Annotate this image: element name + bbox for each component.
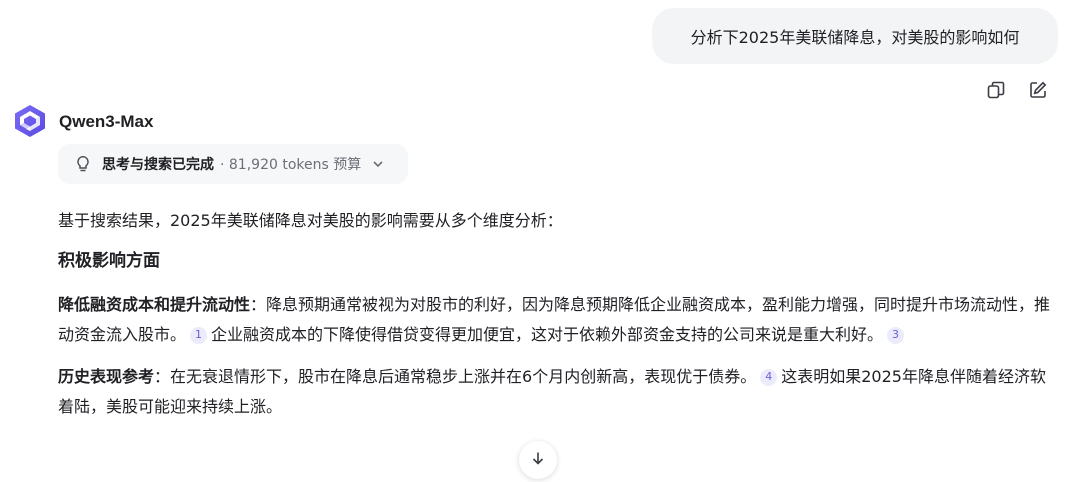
heading-colon: ：: [154, 367, 171, 386]
paragraph-history: 历史表现参考：在无衰退情形下，股市在降息后通常稳步上涨并在6个月内创新高，表现优…: [58, 362, 1058, 422]
paragraph-financing: 降低融资成本和提升流动性：降息预期通常被视为对股市的利好，因为降息预期降低企业融…: [58, 290, 1058, 350]
scroll-to-bottom-button[interactable]: [519, 441, 557, 479]
heading-colon: ：: [250, 295, 267, 314]
arrow-down-icon: [530, 450, 546, 470]
thinking-status-label: 思考与搜索已完成: [102, 157, 214, 173]
lightbulb-icon: [74, 155, 92, 173]
user-message-text: 分析下2025年美联储降息，对美股的影响如何: [690, 28, 1020, 47]
copy-icon[interactable]: [984, 78, 1008, 102]
token-budget: · 81,920 tokens 预算: [220, 157, 362, 173]
paragraph-text: 在无衰退情形下，股市在降息后通常稳步上涨并在6个月内创新高，表现优于债券。: [170, 367, 757, 386]
user-message-bubble: 分析下2025年美联储降息，对美股的影响如何: [652, 8, 1058, 64]
answer-intro: 基于搜索结果，2025年美联储降息对美股的影响需要从多个维度分析：: [58, 211, 563, 230]
paragraph-heading: 降低融资成本和提升流动性: [58, 295, 251, 314]
assistant-answer: 基于搜索结果，2025年美联储降息对美股的影响需要从多个维度分析： 积极影响方面…: [58, 206, 1058, 434]
qwen-logo-icon: [12, 103, 48, 139]
paragraph-heading: 历史表现参考: [58, 367, 155, 386]
citation-badge[interactable]: 3: [887, 326, 905, 344]
citation-badge[interactable]: 4: [760, 368, 778, 386]
chevron-down-icon: [371, 157, 385, 171]
citation-badge[interactable]: 1: [190, 326, 208, 344]
thinking-status-toggle[interactable]: 思考与搜索已完成 · 81,920 tokens 预算: [58, 144, 408, 184]
edit-icon[interactable]: [1026, 78, 1050, 102]
message-actions: [984, 78, 1050, 102]
paragraph-text: 企业融资成本的下降使得借贷变得更加便宜，这对于依赖外部资金支持的公司来说是重大利…: [211, 325, 884, 344]
model-name: Qwen3-Max: [59, 112, 154, 131]
section-heading: 积极影响方面: [58, 251, 160, 271]
